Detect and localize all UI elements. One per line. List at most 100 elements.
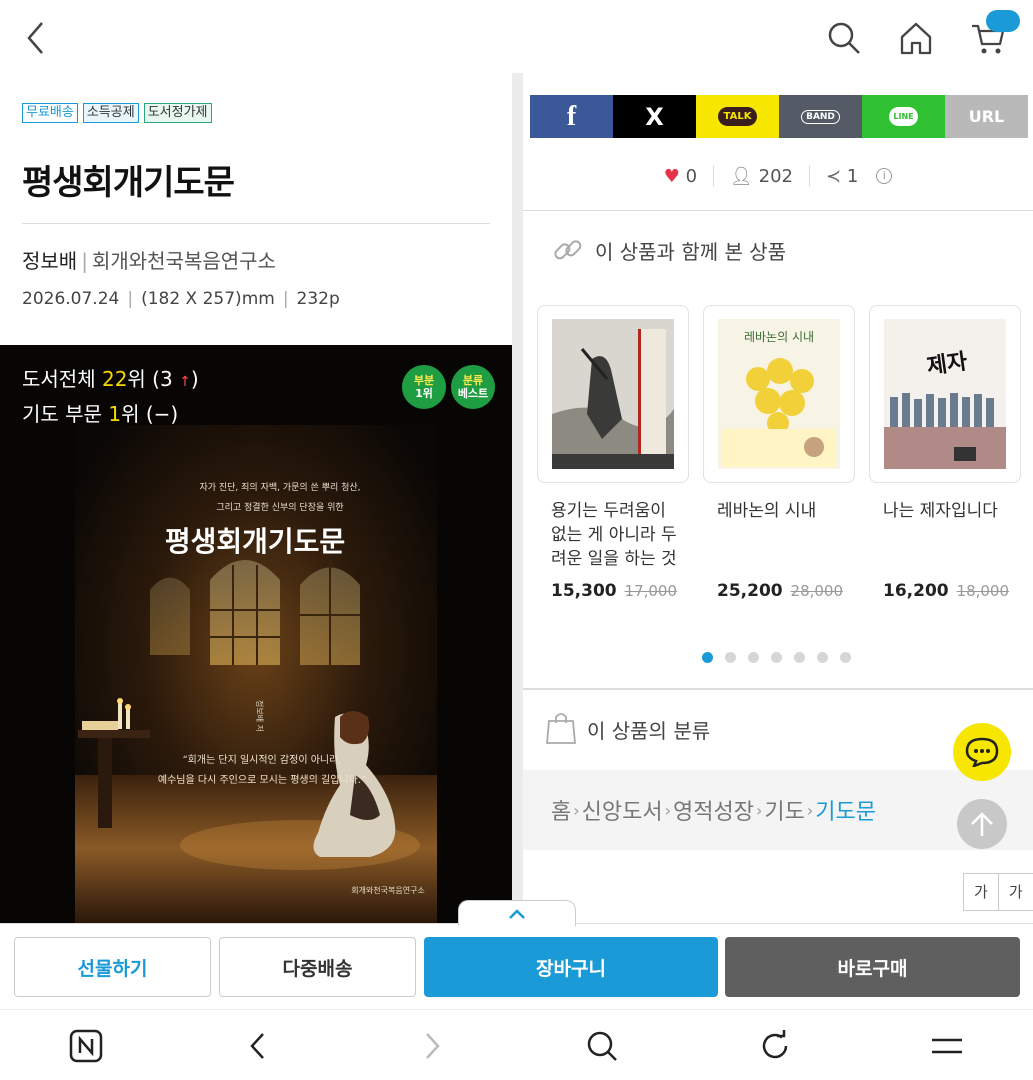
info-icon[interactable]: i <box>876 168 893 184</box>
share-count: ≺ 1 <box>826 165 859 187</box>
chat-icon <box>965 737 999 767</box>
cover-quote-1: “회개는 단지 일시적인 감정이 아니라, <box>182 754 341 766</box>
multi-shipping-button[interactable]: 다중배송 <box>219 937 416 997</box>
carousel-dot[interactable] <box>771 652 782 663</box>
product-name[interactable]: 레바논의 시내 <box>703 499 855 523</box>
product-name[interactable]: 용기는 두려움이 없는 게 아니라 두려운 일을 하는 것 <box>537 499 689 571</box>
crumb-prayer[interactable]: 기도 <box>764 794 804 826</box>
menu-icon[interactable] <box>927 1026 967 1066</box>
cover-author: 정보배 저 <box>255 700 265 732</box>
top-bar <box>0 0 1033 73</box>
chat-button[interactable] <box>953 723 1011 781</box>
browser-nav-bar <box>0 1009 1033 1080</box>
bag-icon <box>545 711 577 749</box>
rank-up-icon: ↑ <box>179 374 191 390</box>
product-thumbnail[interactable]: 제자 <box>869 305 1021 483</box>
fixed-price-badge: 도서정가제 <box>143 103 212 123</box>
facebook-share-button[interactable]: f <box>530 95 613 138</box>
crumb-home[interactable]: 홈 <box>551 794 571 826</box>
product-thumbnail[interactable] <box>537 305 689 483</box>
search-icon[interactable] <box>824 18 864 58</box>
add-to-cart-button[interactable]: 장바구니 <box>424 937 718 997</box>
arrow-up-icon <box>971 812 993 836</box>
overall-rank: 도서전체 22위 (3 ↑) <box>22 367 199 391</box>
product-name[interactable]: 나는 제자입니다 <box>869 499 1021 523</box>
font-increase-button[interactable]: 가 <box>999 874 1033 910</box>
crumb-faith-books[interactable]: 신앙도서 <box>582 794 663 826</box>
carousel-dot[interactable] <box>725 652 736 663</box>
related-product[interactable]: 제자 나는 제자입니다 16,200 18,000 <box>869 305 1021 601</box>
buy-now-button[interactable]: 바로구매 <box>725 937 1020 997</box>
link-icon <box>551 233 585 271</box>
carousel-dot[interactable] <box>840 652 851 663</box>
related-panel: f X TALK BAND LINE URL ♥ 0 👤︎ 202 ≺ 1 i … <box>523 73 1033 923</box>
x-share-button[interactable]: X <box>613 95 696 138</box>
carousel-dot[interactable] <box>702 652 713 663</box>
view-count: 👤︎ 202 <box>730 165 793 187</box>
cover-subtitle-2: 그리고 정결한 신부의 단장을 위한 <box>216 502 343 513</box>
author-link[interactable]: 정보배 <box>22 249 77 273</box>
product-meta: 2026.07.24 | (182 X 257)mm | 232p <box>22 289 340 309</box>
browser-search-icon[interactable] <box>582 1026 622 1066</box>
category-breadcrumb: 홈 › 신앙도서 › 영적성장 › 기도 › 기도문 <box>523 770 1033 850</box>
crumb-spiritual-growth[interactable]: 영적성장 <box>673 794 754 826</box>
cover-subtitle-1: 자가 진단, 죄의 자백, 가문의 쓴 뿌리 청산, <box>199 482 360 493</box>
category-rank-badge: 부분 1위 <box>402 365 446 409</box>
url-copy-button[interactable]: URL <box>945 95 1028 138</box>
kakaotalk-share-button[interactable]: TALK <box>696 95 779 138</box>
share-icon: ≺ <box>826 165 842 187</box>
browser-back-icon[interactable] <box>238 1026 278 1066</box>
carousel-dot[interactable] <box>794 652 805 663</box>
naver-home-icon[interactable] <box>66 1026 106 1066</box>
divider <box>523 688 1033 690</box>
crumb-current[interactable]: 기도문 <box>815 794 876 826</box>
category-best-badge: 분류 베스트 <box>451 365 495 409</box>
book-cover-image[interactable]: 자가 진단, 죄의 자백, 가문의 쓴 뿌리 청산, 그리고 정결한 신부의 단… <box>0 345 512 923</box>
product-price: 16,200 18,000 <box>883 581 1010 601</box>
cover-title: 평생회개기도문 <box>165 525 345 558</box>
expand-options-button[interactable] <box>458 900 576 926</box>
person-icon: 👤︎ <box>730 165 753 187</box>
band-share-button[interactable]: BAND <box>779 95 862 138</box>
font-size-control: 가 − 가 <box>963 873 1033 923</box>
product-title: 평생회개기도문 <box>22 163 235 203</box>
font-decrease-button[interactable]: 가 − <box>964 874 999 923</box>
related-product[interactable]: 레바논의 시내 레바논의 시내 25,200 28,000 <box>703 305 855 601</box>
carousel-pagination <box>702 652 851 663</box>
scroll-top-button[interactable] <box>957 799 1007 849</box>
share-buttons: f X TALK BAND LINE URL <box>530 95 1028 138</box>
cart-count-badge <box>986 10 1020 32</box>
product-price: 15,300 17,000 <box>551 581 678 601</box>
page-count: 232p <box>296 289 340 309</box>
product-price: 25,200 28,000 <box>717 581 844 601</box>
free-shipping-badge: 무료배송 <box>22 103 78 123</box>
author-line: 정보배 | 회개와천국복음연구소 <box>22 249 276 273</box>
cover-quote-2: 예수님을 다시 주인으로 모시는 평생의 길입니다.” <box>158 773 366 786</box>
carousel-dot[interactable] <box>748 652 759 663</box>
svg-text:레바논의 시내: 레바논의 시내 <box>744 330 814 344</box>
carousel-dot[interactable] <box>817 652 828 663</box>
divider <box>523 210 1033 211</box>
category-rank: 기도 부문 1위 (−) <box>22 402 179 426</box>
line-share-button[interactable]: LINE <box>862 95 945 138</box>
related-product[interactable]: 용기는 두려움이 없는 게 아니라 두려운 일을 하는 것 15,300 17,… <box>537 305 689 601</box>
gift-button[interactable]: 선물하기 <box>14 937 211 997</box>
panel-divider <box>512 73 523 923</box>
divider <box>22 223 490 224</box>
publisher-link[interactable]: 회개와천국복음연구소 <box>92 249 276 273</box>
like-button[interactable]: ♥ 0 <box>664 166 697 187</box>
back-icon[interactable] <box>16 18 56 58</box>
publish-date: 2026.07.24 <box>22 289 120 309</box>
browser-forward-icon[interactable] <box>412 1026 452 1066</box>
reload-icon[interactable] <box>755 1026 795 1066</box>
home-icon[interactable] <box>896 18 936 58</box>
book-size: (182 X 257)mm <box>141 289 275 309</box>
chevron-up-icon <box>509 908 525 919</box>
product-thumbnail[interactable]: 레바논의 시내 <box>703 305 855 483</box>
related-section-title: 이 상품과 함께 본 상품 <box>595 240 787 264</box>
heart-icon: ♥ <box>663 165 680 187</box>
cover-artwork: 자가 진단, 죄의 자백, 가문의 쓴 뿌리 청산, 그리고 정결한 신부의 단… <box>0 345 512 923</box>
product-stats: ♥ 0 👤︎ 202 ≺ 1 i <box>523 165 1033 187</box>
cover-publisher: 회개와천국복음연구소 <box>351 885 425 895</box>
product-badges: 무료배송 소득공제 도서정가제 <box>22 103 212 123</box>
